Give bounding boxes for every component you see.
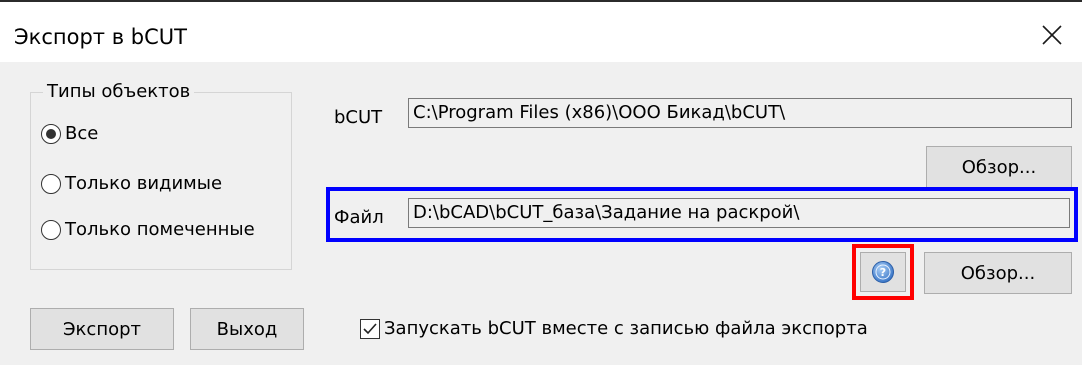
radio-marked-label: Только помеченные [65,219,255,240]
help-icon: ? [872,261,894,283]
file-browse-button[interactable]: Обзор... [924,252,1072,294]
checkbox-box [360,318,380,339]
radio-visible-label: Только видимые [65,173,223,194]
radio-selected-dot [46,128,56,139]
export-button[interactable]: Экспорт [30,308,174,350]
radio-marked-circle [41,219,61,240]
close-button[interactable] [1028,14,1076,56]
launch-bcut-label: Запускать bCUT вместе с записью файла эк… [384,318,868,339]
bcut-label: bCUT [334,107,383,128]
object-types-legend: Типы объектов [43,80,195,104]
close-icon [1042,25,1062,45]
launch-bcut-checkbox[interactable]: Запускать bCUT вместе с записью файла эк… [360,318,868,339]
check-icon [363,322,377,334]
file-path-field[interactable]: D:\bCAD\bCUT_база\Задание на раскрой\ [408,198,1070,228]
title-bar: Экспорт в bCUT [0,2,1082,62]
svg-text:?: ? [880,266,886,279]
file-label: Файл [334,207,384,228]
help-button[interactable]: ? [860,252,906,292]
bcut-path-field[interactable]: C:\Program Files (x86)\ООО Бикад\bCUT\ [408,98,1072,128]
dialog-client-area: Типы объектов Все Только видимые Только … [0,62,1082,365]
radio-marked-only[interactable]: Только помеченные [41,219,255,240]
radio-all[interactable]: Все [41,123,98,144]
exit-button[interactable]: Выход [190,308,304,350]
object-types-group: Типы объектов Все Только видимые Только … [30,80,292,270]
bcut-browse-button[interactable]: Обзор... [926,146,1072,188]
radio-visible-only[interactable]: Только видимые [41,173,222,194]
radio-all-label: Все [65,123,99,144]
export-dialog: Экспорт в bCUT Типы объектов Все Только … [0,0,1082,365]
window-title: Экспорт в bCUT [14,25,187,49]
radio-all-circle [41,123,61,144]
radio-visible-circle [41,173,61,194]
